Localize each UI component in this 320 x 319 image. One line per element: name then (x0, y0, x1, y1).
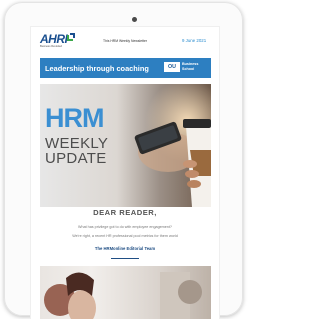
partner-name: Business School (182, 62, 199, 71)
logo-mark-icon (67, 33, 75, 41)
hero-update: UPDATE (45, 150, 107, 167)
email-screen[interactable]: AHRI Business Revisited This HRM Weekly … (31, 27, 219, 319)
ahri-logo[interactable]: AHRI Business Revisited (40, 32, 78, 50)
partner-logo-mark: OU (164, 62, 180, 72)
divider (111, 258, 139, 259)
newsletter-title: This HRM Weekly Newsletter (103, 39, 148, 43)
article-photo[interactable] (40, 266, 211, 319)
camera-dot (132, 17, 137, 22)
email-header: AHRI Business Revisited This HRM Weekly … (31, 27, 219, 54)
logo-tagline: Business Revisited (40, 45, 62, 48)
banner-headline: Leadership through coaching (45, 64, 149, 73)
greeting-heading: DEAR READER, (93, 208, 157, 217)
people-photo (44, 272, 202, 319)
hero-hrm-logo: HRM (45, 103, 104, 133)
logo-text: AHRI (40, 32, 68, 46)
intro-text: What has privilege got to do with employ… (43, 223, 207, 241)
hero-image[interactable]: HRM WEEKLY UPDATE (40, 84, 211, 207)
ad-banner[interactable]: Leadership through coaching OU Business … (40, 58, 211, 78)
newsletter-date: 9 June 2021 (182, 38, 207, 43)
signoff: The HRMonline Editorial Team (94, 246, 156, 251)
intro-line-2: We're right, a recent HR professional po… (72, 234, 178, 238)
intro-line-1: What has privilege got to do with employ… (78, 225, 172, 229)
